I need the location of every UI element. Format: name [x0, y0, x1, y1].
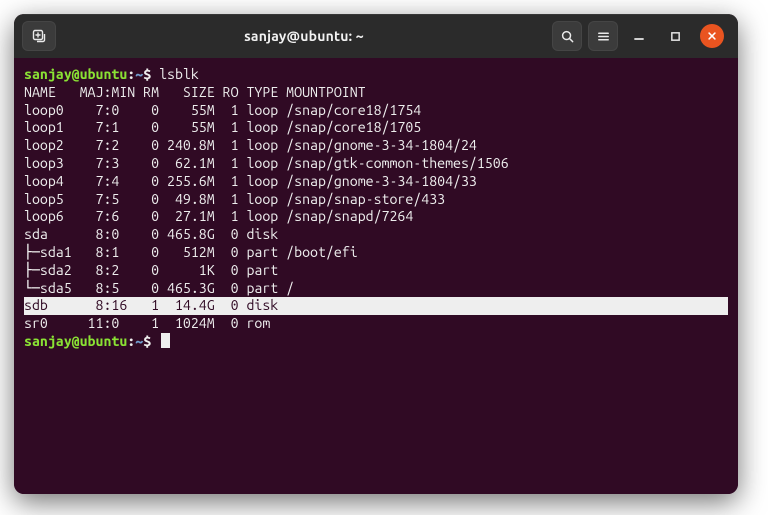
table-row: loop1 7:1 0 55M 1 loop /snap/core18/1705 — [24, 119, 728, 137]
terminal-window: sanjay@ubuntu: ~ — [14, 14, 738, 494]
search-button[interactable] — [552, 21, 582, 51]
table-row: sda 8:0 0 465.8G 0 disk — [24, 226, 728, 244]
new-tab-button[interactable] — [22, 21, 56, 51]
close-button[interactable] — [700, 24, 724, 48]
table-row: sr0 11:0 1 1024M 0 rom — [24, 315, 728, 333]
table-row: └─sda5 8:5 0 465.3G 0 part / — [24, 280, 728, 298]
table-row: ├─sda1 8:1 0 512M 0 part /boot/efi — [24, 244, 728, 262]
table-row: loop0 7:0 0 55M 1 loop /snap/core18/1754 — [24, 102, 728, 120]
maximize-button[interactable] — [664, 25, 686, 47]
terminal-body[interactable]: sanjay@ubuntu:~$ lsblkNAME MAJ:MIN RM SI… — [14, 58, 738, 494]
table-row: sdb 8:16 1 14.4G 0 disk — [24, 297, 728, 315]
table-row: ├─sda2 8:2 0 1K 0 part — [24, 262, 728, 280]
table-row: loop6 7:6 0 27.1M 1 loop /snap/snapd/726… — [24, 208, 728, 226]
titlebar: sanjay@ubuntu: ~ — [14, 14, 738, 58]
table-row: loop5 7:5 0 49.8M 1 loop /snap/snap-stor… — [24, 191, 728, 209]
prompt-line: sanjay@ubuntu:~$ — [24, 333, 728, 351]
menu-button[interactable] — [588, 21, 618, 51]
minimize-button[interactable] — [628, 25, 650, 47]
window-title: sanjay@ubuntu: ~ — [62, 28, 546, 44]
table-row: loop2 7:2 0 240.8M 1 loop /snap/gnome-3-… — [24, 137, 728, 155]
prompt-line: sanjay@ubuntu:~$ lsblk — [24, 66, 728, 84]
cursor — [161, 333, 170, 348]
table-header: NAME MAJ:MIN RM SIZE RO TYPE MOUNTPOINT — [24, 84, 728, 102]
table-row: loop3 7:3 0 62.1M 1 loop /snap/gtk-commo… — [24, 155, 728, 173]
command-text: lsblk — [159, 66, 199, 82]
table-row: loop4 7:4 0 255.6M 1 loop /snap/gnome-3-… — [24, 173, 728, 191]
